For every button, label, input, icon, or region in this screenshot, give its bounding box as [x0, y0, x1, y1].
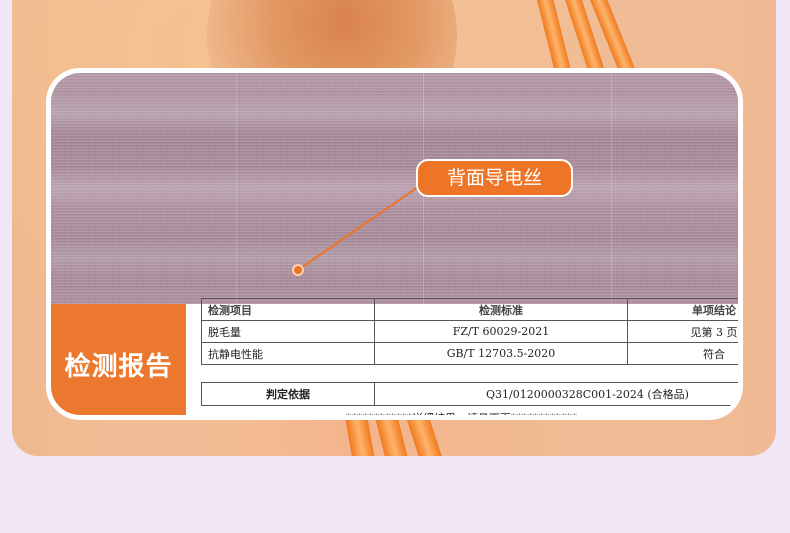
report-note: ************详细结果，请见下页************ — [346, 412, 577, 420]
fabric-closeup-image: 背面导电丝 — [51, 73, 738, 304]
table-header-row: 检测项目 检测标准 单项结论 — [201, 298, 738, 321]
table-cell: 抗静电性能 — [201, 342, 375, 365]
table-cell: 脱毛量 — [201, 320, 375, 343]
report-table: 检测项目 检测标准 单项结论 脱毛量 FZ/T 60029-2021 见第 3 … — [201, 298, 738, 365]
basis-label: 判定依据 — [201, 382, 375, 406]
table-header-cell: 单项结论 — [627, 298, 738, 321]
table-row: 判定依据 Q31/0120000328C001-2024 (合格品) — [201, 382, 738, 406]
product-card: 背面导电丝 检测报告 检测项目 检测标准 单项结论 脱毛量 FZ/T 60029… — [46, 68, 743, 420]
report-label: 检测报告 — [51, 304, 186, 415]
callout-dot — [292, 264, 304, 276]
callout-line — [297, 186, 419, 271]
table-cell: GB/T 12703.5-2020 — [374, 342, 628, 365]
table-row: 抗静电性能 GB/T 12703.5-2020 符合 — [201, 342, 738, 365]
basis-value: Q31/0120000328C001-2024 (合格品) — [374, 382, 738, 406]
test-report-document: 检测项目 检测标准 单项结论 脱毛量 FZ/T 60029-2021 见第 3 … — [186, 298, 738, 420]
table-cell: 见第 3 页 — [627, 320, 738, 343]
table-header-cell: 检测标准 — [374, 298, 628, 321]
table-cell: FZ/T 60029-2021 — [374, 320, 628, 343]
table-header-cell: 检测项目 — [201, 298, 375, 321]
basis-table: 判定依据 Q31/0120000328C001-2024 (合格品) — [201, 382, 738, 406]
callout-tag: 背面导电丝 — [416, 159, 573, 197]
table-row: 脱毛量 FZ/T 60029-2021 见第 3 页 — [201, 320, 738, 343]
table-cell: 符合 — [627, 342, 738, 365]
